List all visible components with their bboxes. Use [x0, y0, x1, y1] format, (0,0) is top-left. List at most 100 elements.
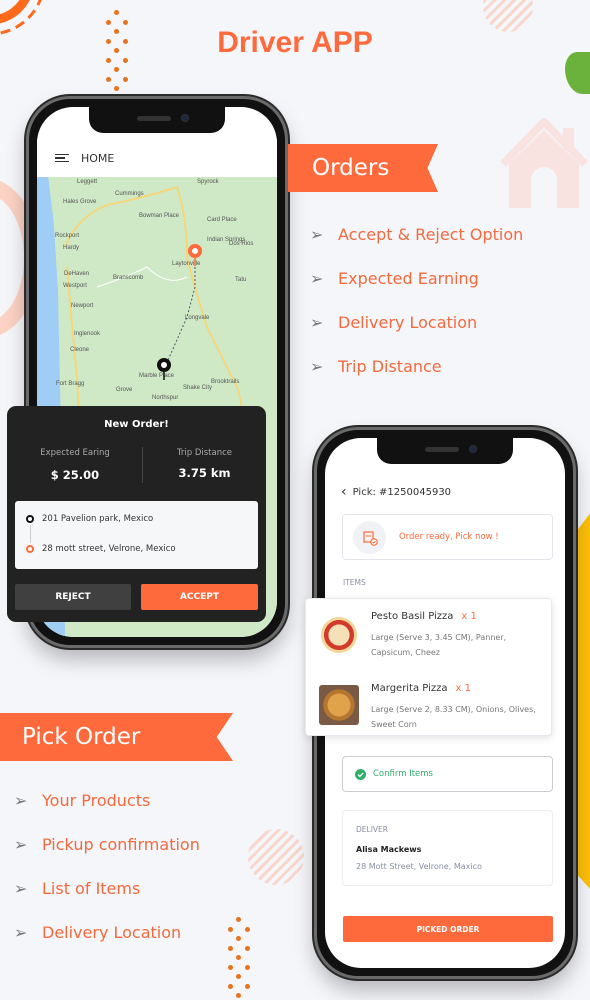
route-line	[30, 525, 31, 543]
dot	[114, 67, 119, 72]
back-chevron-icon[interactable]: ‹	[341, 484, 347, 500]
map-label: Cummings	[115, 191, 144, 197]
map-label: Longvale	[185, 315, 210, 321]
map-label: Hardy	[63, 245, 80, 251]
status-text: Order ready, Pick now !	[399, 532, 499, 542]
distance-value: 3.75 km	[178, 466, 231, 480]
decor-stripe-circle	[248, 829, 304, 885]
feature-item: ➢ List of Items	[14, 879, 140, 898]
dot	[236, 993, 241, 998]
orders-banner: Orders	[288, 144, 438, 192]
item-description: Large (Serve 3, 3.45 CM), Panner, Capsic…	[371, 633, 507, 657]
check-circle-icon	[355, 769, 366, 780]
picked-order-button[interactable]: PICKED ORDER	[343, 916, 553, 942]
page-title: Driver APP	[217, 26, 373, 59]
reject-button[interactable]: REJECT	[15, 584, 131, 610]
dot	[114, 10, 119, 15]
earning-value: $ 25.00	[50, 468, 100, 482]
route-box: 201 Pavelion park, Mexico 28 mott street…	[15, 501, 258, 569]
dot	[114, 86, 119, 91]
feature-item: ➢ Delivery Location	[310, 313, 477, 332]
items-card: Pesto Basil Pizza x 1 Large (Serve 3, 3.45…	[305, 598, 552, 736]
feature-label: List of Items	[42, 879, 141, 898]
feature-item: ➢ Pickup confirmation	[14, 835, 200, 854]
feature-label: Pickup confirmation	[42, 835, 200, 854]
map-label: Spyrock	[197, 179, 219, 185]
arrow-icon: ➢	[310, 357, 324, 376]
app-header: HOME	[37, 139, 277, 177]
customer-address: 28 Mott Street, Velrone, Maxico	[356, 862, 482, 871]
map-label: Tatu	[235, 277, 247, 283]
pick-order-id: Pick: #1250045930	[352, 486, 452, 498]
deliver-card: DELIVER Alisa Mackews 28 Mott Street, Ve…	[342, 810, 553, 886]
destination-pin-icon[interactable]	[187, 243, 203, 267]
dot	[228, 983, 233, 989]
map-label: Fort Bragg	[56, 381, 85, 387]
item-qty: x 1	[455, 683, 471, 694]
decor-dots	[228, 917, 250, 998]
arrow-icon: ➢	[14, 835, 28, 854]
feature-label: Your Products	[42, 791, 151, 810]
map-label: Cleone	[70, 347, 90, 353]
pickup-dot-icon	[26, 515, 34, 523]
feature-item: ➢ Accept & Reject Option	[310, 225, 523, 244]
item-name-text: Margerita Pizza	[371, 683, 448, 694]
distance-label: Trip Distance	[176, 448, 233, 458]
map-label: Leggett	[77, 179, 98, 185]
feature-item: ➢ Trip Distance	[310, 357, 442, 376]
accept-button[interactable]: ACCEPT	[141, 584, 258, 610]
customer-name: Alisa Mackews	[356, 845, 422, 854]
map-label: Northspur	[152, 395, 179, 401]
feature-label: Expected Earning	[338, 269, 479, 288]
dot	[123, 19, 128, 25]
map-label: DeHaven	[64, 271, 90, 277]
phone-notch	[377, 438, 513, 464]
feature-label: Trip Distance	[338, 357, 442, 376]
feature-label: Delivery Location	[42, 923, 182, 942]
dot	[236, 974, 241, 979]
arrow-icon: ➢	[310, 269, 324, 288]
arrow-icon: ➢	[310, 313, 324, 332]
arrow-icon: ➢	[14, 791, 28, 810]
dot	[228, 964, 233, 970]
popup-title: New Order!	[104, 419, 169, 430]
map-label: Inglenook	[74, 331, 101, 337]
map-label: Grove	[116, 387, 133, 393]
feature-label: Delivery Location	[338, 313, 478, 332]
item-name-text: Pesto Basil Pizza	[371, 611, 454, 622]
arrow-icon: ➢	[310, 225, 324, 244]
dot	[245, 926, 250, 932]
confirm-items-label: Confirm Items	[373, 769, 433, 779]
pizza-thumbnail	[319, 613, 359, 653]
feature-item: ➢ Expected Earning	[310, 269, 479, 288]
dot	[106, 19, 111, 25]
header-title: HOME	[81, 151, 115, 165]
feature-label: Accept & Reject Option	[338, 225, 524, 244]
confirm-items-button[interactable]: Confirm Items	[342, 756, 553, 792]
map-label: Card Place	[207, 217, 237, 223]
orders-banner-title: Orders	[312, 155, 390, 181]
dot	[236, 955, 241, 960]
drop-dot-icon	[26, 545, 34, 553]
pickup-address: 201 Pavelion park, Mexico	[42, 514, 154, 524]
dot	[228, 926, 233, 932]
deliver-label: DELIVER	[356, 825, 388, 834]
item-qty: x 1	[461, 611, 477, 622]
house-icon	[500, 118, 588, 208]
map-label: Bowman Place	[139, 213, 180, 219]
hamburger-menu-icon[interactable]	[55, 152, 69, 165]
driver-pin-icon[interactable]	[156, 357, 172, 381]
new-order-popup: New Order! Expected Earing $ 25.00 Trip …	[7, 406, 266, 622]
map-label: Hales Grove	[63, 199, 97, 205]
dot	[245, 983, 250, 989]
dot	[245, 964, 250, 970]
dot	[236, 917, 241, 922]
pick-order-banner-title: Pick Order	[22, 724, 141, 750]
map-label: Dos Rios	[229, 241, 254, 247]
drop-address: 28 mott street, Velrone, Mexico	[42, 544, 176, 554]
feature-item: ➢ Delivery Location	[14, 923, 181, 942]
phone-notch	[89, 107, 225, 133]
dot	[245, 945, 250, 951]
map-label: Brooktrails	[211, 379, 240, 385]
map-label: Rockport	[55, 233, 80, 239]
